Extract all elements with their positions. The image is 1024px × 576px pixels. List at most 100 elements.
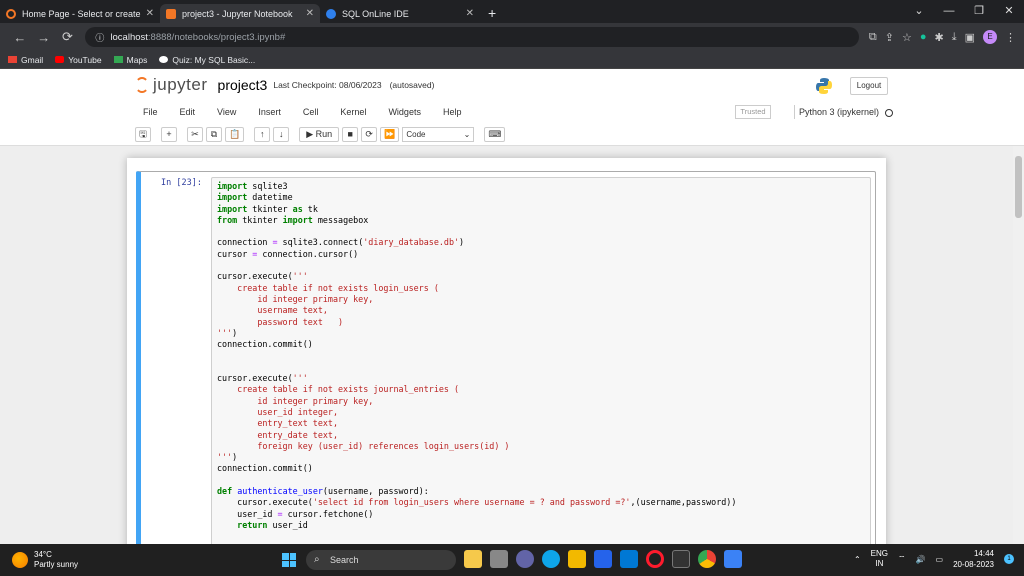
terminal-icon[interactable] <box>672 550 690 568</box>
extensions-icon[interactable]: ✱ <box>935 31 944 44</box>
volume-icon[interactable]: 🔊 <box>916 555 926 564</box>
code-editor[interactable]: import sqlite3 import datetime import tkin… <box>211 177 871 544</box>
minimize-icon[interactable]: — <box>934 0 964 23</box>
code-line: ''') <box>217 452 238 463</box>
code-line: entry_text text, <box>217 418 339 429</box>
menu-kernel[interactable]: Kernel <box>340 107 366 117</box>
notebook-menubar: File Edit View Insert Cell Kernel Widget… <box>0 101 1024 123</box>
cut-icon[interactable]: ✂ <box>187 126 203 142</box>
interrupt-icon[interactable]: ■ <box>342 126 359 142</box>
logout-button[interactable]: Logout <box>850 77 888 95</box>
taskbar-search[interactable]: ⌕ Search <box>306 550 456 570</box>
back-icon[interactable]: ← <box>8 30 32 45</box>
jupyter-logo[interactable]: jupyter <box>135 75 208 95</box>
tab-sql-online[interactable]: SQL OnLine IDE ✕ <box>320 4 480 23</box>
move-up-icon[interactable]: ↑ <box>254 126 271 142</box>
kernel-indicator: Python 3 (ipykernel) <box>794 105 894 119</box>
code-line: user_id integer, <box>217 406 339 417</box>
bookmark-label: YouTube <box>68 54 102 65</box>
menu-cell[interactable]: Cell <box>303 107 319 117</box>
menu-insert[interactable]: Insert <box>258 107 281 117</box>
paste-icon[interactable]: 📋 <box>225 126 245 142</box>
bookmark-quiz[interactable]: Quiz: My SQL Basic... <box>159 55 255 65</box>
wifi-icon[interactable]: ⌔ <box>898 554 906 564</box>
code-cell[interactable]: In [23]: import sqlite3 import datetime im… <box>136 171 876 544</box>
bookmark-youtube[interactable]: YouTube <box>55 54 102 65</box>
tab-search-icon[interactable]: ⌄ <box>904 0 934 23</box>
translate-icon[interactable]: ⧉ <box>869 31 877 44</box>
menu-file[interactable]: File <box>143 107 158 117</box>
store-icon[interactable] <box>594 550 612 568</box>
bookmarks-bar: Gmail YouTube Maps Quiz: My SQL Basic... <box>0 51 1024 69</box>
folder-icon[interactable] <box>568 550 586 568</box>
tab-title: Home Page - Select or create a n <box>22 8 142 19</box>
notification-badge[interactable]: 1 <box>1004 554 1014 564</box>
weather-widget[interactable]: 34°C Partly sunny <box>12 550 78 570</box>
windows-start-icon[interactable] <box>282 553 296 567</box>
windows-taskbar: 34°C Partly sunny ⌕ Search ⌃ ENG IN ⌔ 🔊 ▭ 1… <box>0 544 1024 576</box>
mail-icon[interactable] <box>620 550 638 568</box>
gmail-icon <box>8 56 17 63</box>
chrome-icon[interactable] <box>698 550 716 568</box>
code-line: connection.commit() <box>217 339 313 350</box>
forward-icon[interactable]: → <box>32 30 56 45</box>
close-tab-icon[interactable]: ✕ <box>466 8 474 19</box>
share-icon[interactable]: ⇪ <box>885 31 894 44</box>
chat-icon[interactable] <box>516 550 534 568</box>
menu-widgets[interactable]: Widgets <box>388 107 421 117</box>
edge-icon[interactable] <box>542 550 560 568</box>
sidebar-icon[interactable]: ▣ <box>965 31 975 44</box>
scrollbar-thumb[interactable] <box>1015 156 1022 218</box>
fast-forward-icon[interactable]: ⏩ <box>380 126 400 142</box>
page-scrollbar[interactable] <box>1013 146 1024 544</box>
battery-icon[interactable]: ▭ <box>936 555 944 564</box>
clock[interactable]: 14:44 20-08-2023 <box>953 548 994 570</box>
save-icon[interactable]: 🖫 <box>135 126 151 142</box>
restart-icon[interactable]: ⟳ <box>361 126 378 142</box>
cell-type-select[interactable]: Code ⌄ <box>402 126 475 142</box>
grammarly-icon[interactable]: ● <box>920 31 927 43</box>
bookmark-star-icon[interactable]: ☆ <box>902 31 912 44</box>
tab-title: SQL OnLine IDE <box>342 8 409 19</box>
language-indicator[interactable]: ENG IN <box>871 549 888 569</box>
chevron-up-icon[interactable]: ⌃ <box>854 555 861 564</box>
insert-cell-icon[interactable]: + <box>161 126 177 142</box>
new-tab-button[interactable]: + <box>480 5 504 23</box>
avatar[interactable]: E <box>983 30 997 44</box>
close-tab-icon[interactable]: ✕ <box>306 8 314 19</box>
menu-view[interactable]: View <box>217 107 236 117</box>
task-view-icon[interactable] <box>490 550 508 568</box>
code-line: foreign key (user_id) references login_u… <box>217 440 510 451</box>
reload-icon[interactable]: ⟳ <box>56 29 80 45</box>
move-down-icon[interactable]: ↓ <box>273 126 290 142</box>
menu-edit[interactable]: Edit <box>180 107 196 117</box>
trusted-indicator[interactable]: Trusted <box>735 105 771 119</box>
code-line: connection.commit() <box>217 463 313 474</box>
jupyter-header: jupyter project3 Last Checkpoint: 08/06/… <box>0 69 1024 101</box>
bookmark-maps[interactable]: Maps <box>113 55 147 65</box>
tab-home-page[interactable]: Home Page - Select or create a n ✕ <box>0 4 160 23</box>
restore-icon[interactable]: ❐ <box>964 0 994 23</box>
run-button[interactable]: ▶ Run <box>299 126 340 142</box>
code-line: cursor.execute(''' <box>217 373 308 384</box>
menu-help[interactable]: Help <box>443 107 462 117</box>
menu-kebab-icon[interactable]: ⋮ <box>1005 31 1016 44</box>
close-window-icon[interactable]: ✕ <box>994 0 1024 23</box>
notebook-name[interactable]: project3 <box>218 77 268 93</box>
file-explorer-icon[interactable] <box>464 550 482 568</box>
command-palette-icon[interactable]: ⌨ <box>484 126 506 142</box>
copy-icon[interactable]: ⧉ <box>206 126 222 142</box>
bookmark-gmail[interactable]: Gmail <box>8 55 43 65</box>
download-icon[interactable]: ⤓ <box>952 31 957 44</box>
opera-icon[interactable] <box>646 550 664 568</box>
tab-project3[interactable]: project3 - Jupyter Notebook ✕ <box>160 4 320 23</box>
lang-region: IN <box>875 559 884 568</box>
snipping-tool-icon[interactable] <box>724 550 742 568</box>
url-input[interactable]: ⓘ localhost:8888/notebooks/project3.ipyn… <box>85 27 859 47</box>
code-line: entry_date text, <box>217 429 339 440</box>
time: 14:44 <box>973 549 994 558</box>
site-info-icon[interactable]: ⓘ <box>95 31 104 44</box>
close-tab-icon[interactable]: ✕ <box>146 8 154 19</box>
